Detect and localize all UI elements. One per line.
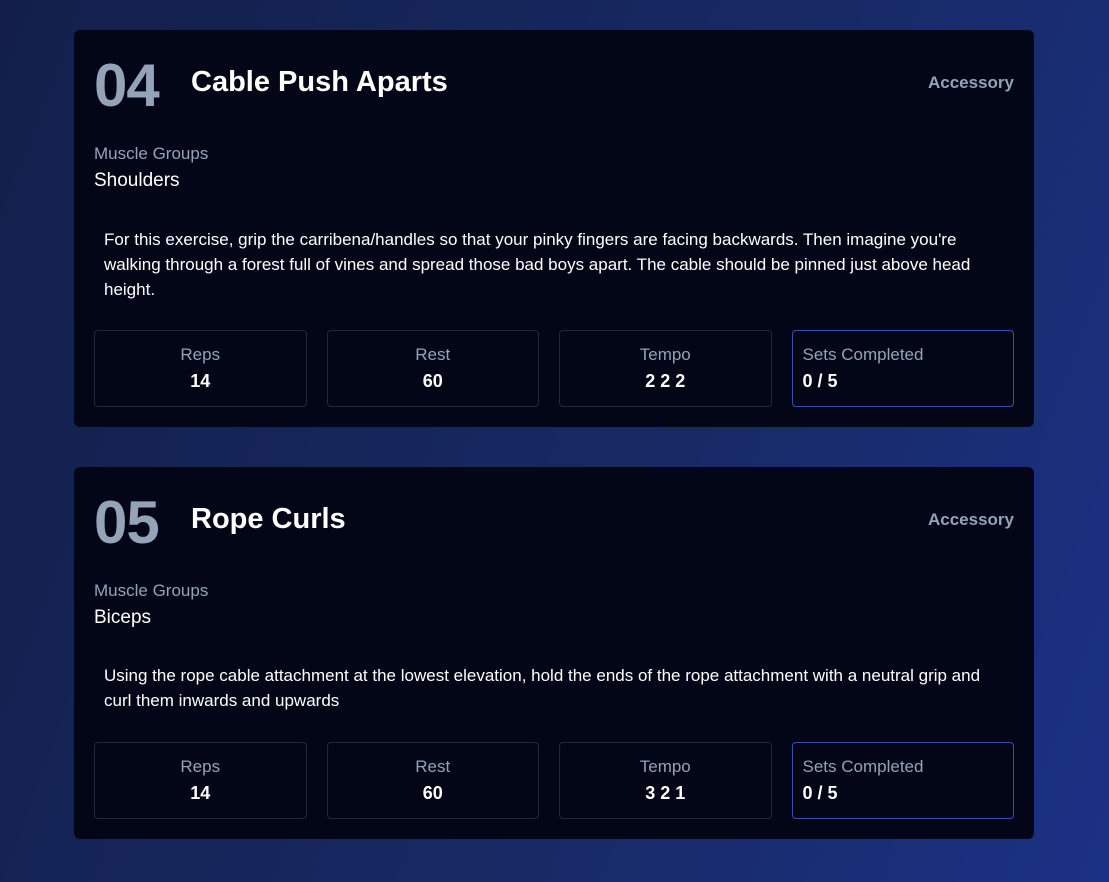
tempo-value: 3 2 1 xyxy=(645,783,686,803)
exercise-header: 04 Cable Push Aparts Accessory xyxy=(94,30,1014,134)
sets-completed-label: Sets Completed xyxy=(802,345,924,364)
rest-stat: Rest 60 xyxy=(326,742,539,819)
muscle-groups-value: Biceps xyxy=(94,607,152,628)
exercise-stats: Reps 14 Rest 60 Tempo 3 2 1 Sets Complet… xyxy=(94,742,1014,819)
exercise-description: Using the rope cable attachment at the l… xyxy=(104,666,981,710)
sets-completed-button[interactable]: Sets Completed 0 / 5 xyxy=(791,330,1014,407)
tempo-value: 2 2 2 xyxy=(645,371,686,391)
tempo-stat: Tempo 3 2 1 xyxy=(559,742,772,819)
exercise-stats: Reps 14 Rest 60 Tempo 2 2 2 Sets Complet… xyxy=(94,330,1014,407)
tempo-label: Tempo xyxy=(639,757,691,776)
reps-value: 14 xyxy=(190,783,211,803)
rest-value: 60 xyxy=(422,783,443,803)
exercise-title: Cable Push Aparts xyxy=(191,66,448,98)
muscle-groups-label: Muscle Groups xyxy=(94,144,209,163)
exercise-number: 05 xyxy=(94,489,160,556)
exercise-number: 04 xyxy=(94,52,160,119)
tempo-label: Tempo xyxy=(639,345,691,364)
exercise-type: Accessory xyxy=(927,510,1014,529)
exercise-card: 05 Rope Curls Accessory Muscle Groups Bi… xyxy=(74,467,1034,839)
sets-completed-button[interactable]: Sets Completed 0 / 5 xyxy=(791,742,1014,819)
exercise-title: Rope Curls xyxy=(191,503,346,535)
muscle-groups-value: Shoulders xyxy=(94,170,180,191)
rest-label: Rest xyxy=(415,757,451,776)
reps-label: Reps xyxy=(180,757,221,776)
rest-label: Rest xyxy=(415,345,451,364)
reps-stat: Reps 14 xyxy=(94,742,307,819)
rest-value: 60 xyxy=(422,371,443,391)
exercise-header: 05 Rope Curls Accessory xyxy=(94,467,1014,571)
reps-stat: Reps 14 xyxy=(94,330,307,407)
reps-value: 14 xyxy=(190,371,211,391)
reps-label: Reps xyxy=(180,345,221,364)
sets-completed-value: 0 / 5 xyxy=(802,783,838,803)
rest-stat: Rest 60 xyxy=(326,330,539,407)
sets-completed-value: 0 / 5 xyxy=(802,371,838,391)
exercise-type: Accessory xyxy=(927,73,1014,92)
tempo-stat: Tempo 2 2 2 xyxy=(559,330,772,407)
sets-completed-label: Sets Completed xyxy=(802,757,924,776)
exercise-description: For this exercise, grip the carribena/ha… xyxy=(104,230,971,299)
exercise-card: 04 Cable Push Aparts Accessory Muscle Gr… xyxy=(74,30,1034,427)
muscle-groups-label: Muscle Groups xyxy=(94,581,209,600)
